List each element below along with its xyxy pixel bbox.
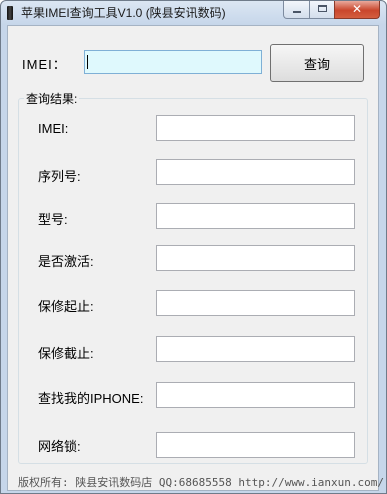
find-my-iphone-label: 查找我的IPHONE: [38, 391, 144, 406]
activation-status-field[interactable] [156, 245, 355, 271]
copyright-footer: 版权所有: 陕县安讯数码店 QQ:68685558 http://www.ian… [18, 476, 385, 489]
warranty-end-label: 保修截止: [38, 346, 94, 361]
results-group [18, 98, 368, 464]
warranty-end-field[interactable] [156, 336, 355, 362]
network-lock-label: 网络锁: [38, 439, 81, 454]
minimize-button[interactable] [283, 1, 310, 19]
network-lock-field[interactable] [156, 432, 355, 458]
close-icon: ✕ [351, 2, 363, 16]
imei-result-label: IMEI: [38, 121, 69, 136]
maximize-icon [318, 5, 327, 12]
client-area: IMEI： 查询 查询结果: IMEI: 序列号: 型号: 是否激活: 保修起止… [7, 25, 384, 491]
imei-input[interactable] [84, 50, 262, 74]
app-icon [7, 6, 13, 20]
app-window: 苹果IMEI查询工具V1.0 (陕县安讯数码) ✕ IMEI： 查询 查询结果:… [0, 0, 387, 494]
find-my-iphone-field[interactable] [156, 382, 355, 408]
maximize-button[interactable] [309, 1, 335, 19]
text-caret [87, 55, 88, 69]
warranty-start-field[interactable] [156, 290, 355, 316]
results-group-title: 查询结果: [24, 90, 80, 107]
model-field[interactable] [156, 203, 355, 229]
serial-number-field[interactable] [156, 159, 355, 185]
window-title: 苹果IMEI查询工具V1.0 (陕县安讯数码) [21, 6, 226, 20]
title-bar[interactable]: 苹果IMEI查询工具V1.0 (陕县安讯数码) ✕ [1, 1, 386, 25]
model-label: 型号: [38, 212, 68, 227]
query-button[interactable]: 查询 [270, 44, 364, 82]
warranty-start-label: 保修起止: [38, 299, 94, 314]
minimize-icon [293, 11, 301, 13]
serial-number-label: 序列号: [38, 169, 81, 184]
imei-result-field[interactable] [156, 115, 355, 141]
imei-label: IMEI： [22, 57, 67, 72]
activation-status-label: 是否激活: [38, 254, 94, 269]
close-button[interactable]: ✕ [334, 1, 380, 19]
